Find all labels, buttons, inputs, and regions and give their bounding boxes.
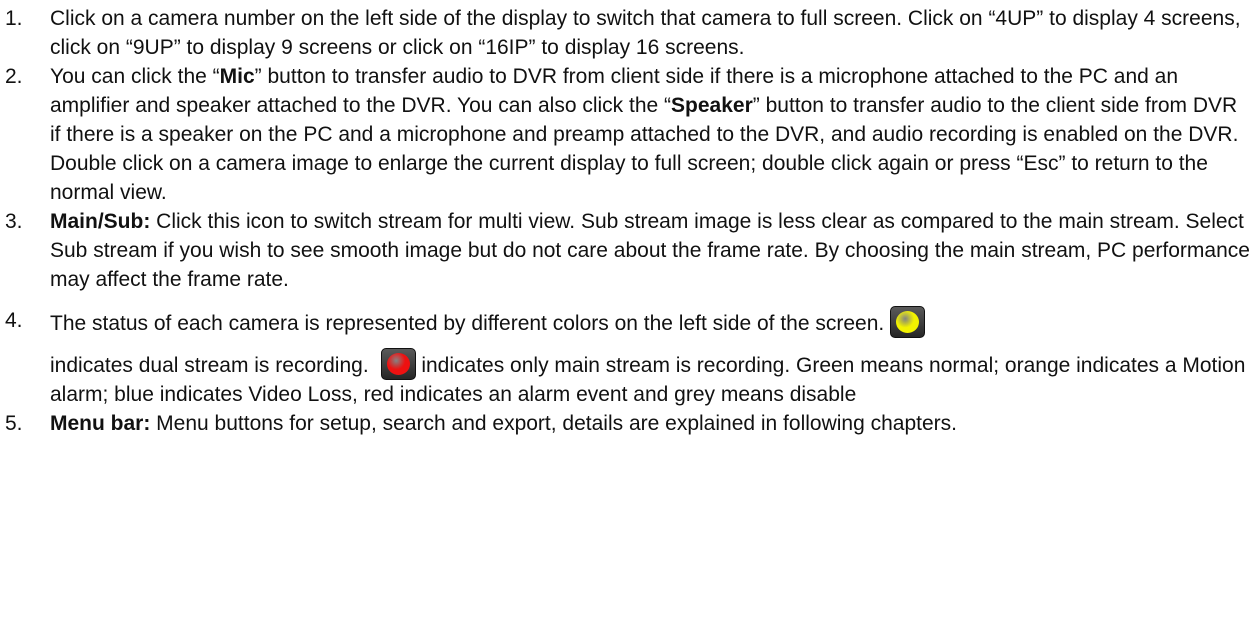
item-number: 2. bbox=[5, 65, 23, 88]
instruction-document: 1. Click on a camera number on the left … bbox=[0, 0, 1260, 634]
item-text: Click on a camera number on the left sid… bbox=[50, 7, 1241, 59]
item-text-continued: indicates dual stream is recording. indi… bbox=[50, 348, 1250, 409]
list-item: 5. Menu bar: Menu buttons for setup, sea… bbox=[0, 409, 1260, 438]
list-item: 4. The status of each camera is represen… bbox=[0, 306, 1260, 409]
yellow-status-icon bbox=[890, 306, 926, 338]
red-status-icon bbox=[380, 348, 416, 380]
item-number: 3. bbox=[5, 210, 23, 233]
item-text: Main/Sub: Click this icon to switch stre… bbox=[50, 210, 1250, 291]
list-item: 2. You can click the “Mic” button to tra… bbox=[0, 62, 1260, 207]
mic-term: Mic bbox=[219, 65, 255, 88]
main-sub-term: Main/Sub: bbox=[50, 210, 151, 233]
item-text: Menu bar: Menu buttons for setup, search… bbox=[50, 412, 957, 435]
speaker-term: Speaker bbox=[671, 94, 753, 117]
item-text: You can click the “Mic” button to transf… bbox=[50, 65, 1239, 204]
item-number: 1. bbox=[5, 7, 23, 30]
list-item: 1. Click on a camera number on the left … bbox=[0, 4, 1260, 62]
menu-bar-term: Menu bar: bbox=[50, 412, 151, 435]
list-item: 3. Main/Sub: Click this icon to switch s… bbox=[0, 207, 1260, 294]
item-text: The status of each camera is represented… bbox=[50, 306, 1250, 338]
item-number: 5. bbox=[5, 412, 23, 435]
item-number: 4. bbox=[5, 309, 23, 332]
